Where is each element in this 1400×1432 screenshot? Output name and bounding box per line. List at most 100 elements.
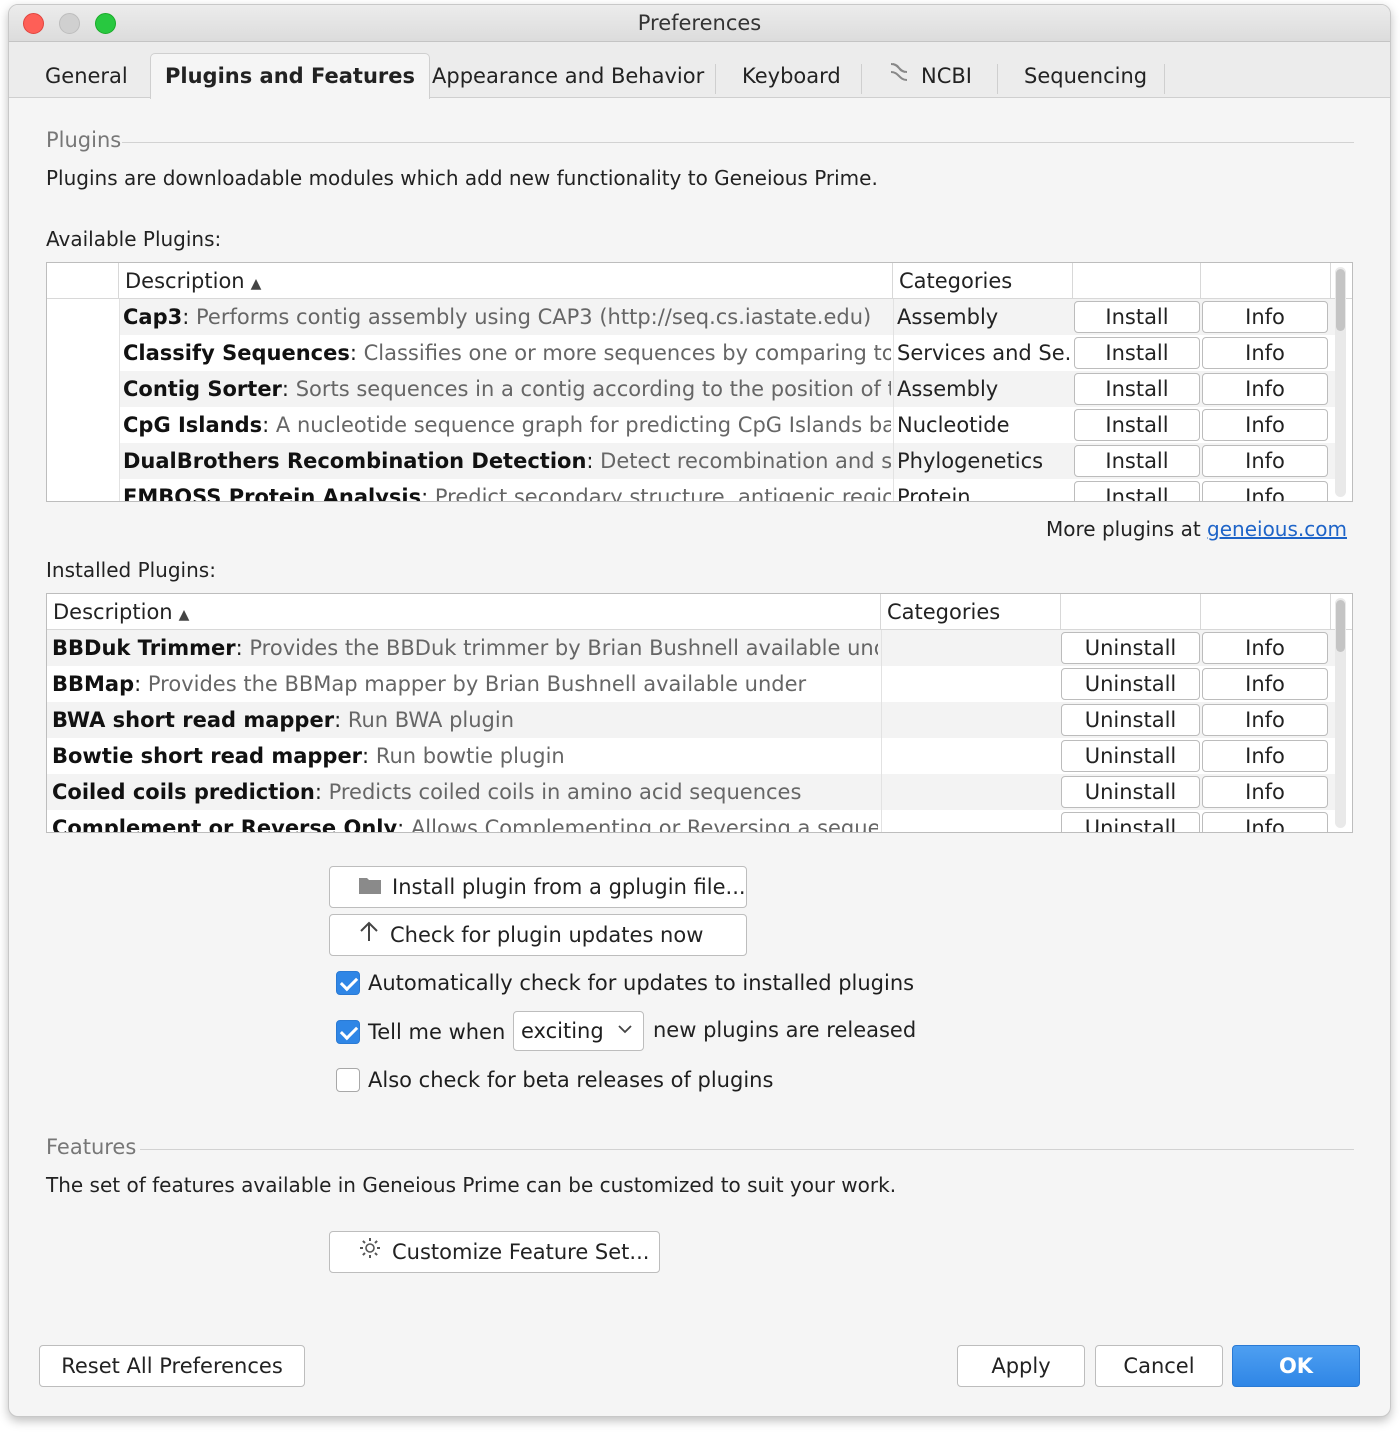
info-button[interactable]: Info xyxy=(1202,632,1328,664)
info-button[interactable]: Info xyxy=(1202,373,1328,405)
plugin-summary: Performs contig assembly using CAP3 (htt… xyxy=(196,305,872,329)
install-button[interactable]: Install xyxy=(1074,481,1200,501)
plugin-summary: Provides the BBMap mapper by Brian Bushn… xyxy=(147,672,807,696)
install-button[interactable]: Install xyxy=(1074,373,1200,405)
column-header-blank xyxy=(47,263,119,299)
plugin-category-cell: Assembly xyxy=(897,305,999,329)
cancel-button[interactable]: Cancel xyxy=(1095,1345,1223,1387)
tab-sequencing[interactable]: Sequencing xyxy=(1024,54,1147,98)
sort-ascending-icon: ▲ xyxy=(178,607,190,623)
geneious-link[interactable]: geneious.com xyxy=(1207,517,1347,541)
table-row[interactable]: Classify Sequences: Classifies one or mo… xyxy=(47,335,1337,371)
tab-appearance-and-behavior[interactable]: Appearance and Behavior xyxy=(432,54,704,98)
reset-all-preferences-button[interactable]: Reset All Preferences xyxy=(39,1345,305,1387)
plugins-section-title: Plugins xyxy=(46,128,122,152)
install-button[interactable]: Install xyxy=(1074,409,1200,441)
table-row[interactable]: Bowtie short read mapper: Run bowtie plu… xyxy=(47,738,1337,774)
plugin-summary: Classifies one or more sequences by comp… xyxy=(363,341,891,365)
installed-table-scrollbar[interactable] xyxy=(1335,598,1346,828)
column-header-description[interactable]: Description ▲ xyxy=(47,594,881,630)
info-button[interactable]: Info xyxy=(1202,740,1328,772)
uninstall-button[interactable]: Uninstall xyxy=(1061,668,1200,700)
window-title: Preferences xyxy=(637,11,762,35)
info-button[interactable]: Info xyxy=(1202,481,1328,501)
scrollbar-thumb[interactable] xyxy=(1336,600,1345,652)
table-row[interactable]: Coiled coils prediction: Predicts coiled… xyxy=(47,774,1337,810)
table-row[interactable]: BBMap: Provides the BBMap mapper by Bria… xyxy=(47,666,1337,702)
table-row[interactable]: BBDuk Trimmer: Provides the BBDuk trimme… xyxy=(47,630,1337,666)
title-bar: Preferences xyxy=(9,5,1390,42)
table-row[interactable]: BWA short read mapper: Run BWA plugin Uni… xyxy=(47,702,1337,738)
info-button[interactable]: Info xyxy=(1202,337,1328,369)
name-separator: : xyxy=(362,744,376,768)
plugin-summary: Allows Complementing or Reversing a sequ… xyxy=(410,816,878,833)
plugin-category-cell: Assembly xyxy=(897,377,999,401)
plugin-category-cell xyxy=(881,738,1059,774)
gear-icon xyxy=(358,1233,382,1273)
install-button[interactable]: Install xyxy=(1074,301,1200,333)
install-button[interactable]: Install xyxy=(1074,445,1200,477)
info-button[interactable]: Info xyxy=(1202,668,1328,700)
scrollbar-thumb[interactable] xyxy=(1336,269,1345,331)
table-row[interactable]: DualBrothers Recombination Detection: De… xyxy=(47,443,1337,479)
ok-button[interactable]: OK xyxy=(1232,1345,1360,1387)
tab-general[interactable]: General xyxy=(45,54,128,98)
auto-check-checkbox[interactable] xyxy=(336,971,360,995)
ncbi-helix-icon xyxy=(887,55,911,99)
table-row[interactable]: Cap3: Performs contig assembly using CAP… xyxy=(47,299,1337,335)
plugin-description-cell: BWA short read mapper: Run BWA plugin xyxy=(52,702,878,738)
customize-feature-set-button[interactable]: Customize Feature Set... xyxy=(329,1231,660,1273)
plugin-category-cell xyxy=(881,702,1059,738)
plugin-description-cell: BBMap: Provides the BBMap mapper by Bria… xyxy=(52,666,878,702)
plugin-summary: Provides the BBDuk trimmer by Brian Bush… xyxy=(249,636,878,660)
section-divider xyxy=(140,1149,1354,1150)
plugin-description-cell: BBDuk Trimmer: Provides the BBDuk trimme… xyxy=(52,630,878,666)
plugin-name: Classify Sequences xyxy=(123,341,350,365)
info-button[interactable]: Info xyxy=(1202,409,1328,441)
uninstall-button[interactable]: Uninstall xyxy=(1061,740,1200,772)
column-header-categories[interactable]: Categories xyxy=(881,594,1061,630)
table-row[interactable]: CpG Islands: A nucleotide sequence graph… xyxy=(47,407,1337,443)
name-separator: : xyxy=(586,449,601,473)
table-row[interactable]: Contig Sorter: Sorts sequences in a cont… xyxy=(47,371,1337,407)
table-row[interactable]: EMBOSS Protein Analysis: Predict seconda… xyxy=(47,479,1337,502)
column-header-description[interactable]: Description ▲ xyxy=(119,263,893,299)
plugin-summary: Predicts coiled coils in amino acid sequ… xyxy=(328,780,802,804)
check-updates-button[interactable]: Check for plugin updates now xyxy=(329,914,747,956)
preferences-window: Preferences General Plugins and Features… xyxy=(8,4,1391,1417)
tell-me-checkbox[interactable] xyxy=(336,1020,360,1044)
install-from-file-button[interactable]: Install plugin from a gplugin file... xyxy=(329,866,747,908)
info-button[interactable]: Info xyxy=(1202,812,1328,832)
release-type-select[interactable]: exciting xyxy=(513,1011,644,1051)
tab-separator xyxy=(715,64,716,94)
tab-separator xyxy=(997,64,998,94)
uninstall-button[interactable]: Uninstall xyxy=(1061,776,1200,808)
uninstall-button[interactable]: Uninstall xyxy=(1061,632,1200,664)
installed-plugins-table: Description ▲ Categories BBDuk Trimmer: P… xyxy=(46,593,1353,833)
beta-checkbox[interactable] xyxy=(336,1068,360,1092)
tab-ncbi[interactable]: NCBI xyxy=(887,54,972,98)
uninstall-button[interactable]: Uninstall xyxy=(1061,704,1200,736)
plugin-name: Bowtie short read mapper xyxy=(52,744,363,768)
section-divider xyxy=(122,142,1354,143)
column-divider xyxy=(119,299,120,501)
plugin-summary: Run BWA plugin xyxy=(347,708,515,732)
info-button[interactable]: Info xyxy=(1202,704,1328,736)
plugin-name: EMBOSS Protein Analysis xyxy=(123,485,422,502)
available-table-scrollbar[interactable] xyxy=(1335,267,1346,497)
info-button[interactable]: Info xyxy=(1202,301,1328,333)
info-button[interactable]: Info xyxy=(1202,445,1328,477)
row-gutter xyxy=(47,299,119,335)
install-button[interactable]: Install xyxy=(1074,337,1200,369)
folder-icon xyxy=(358,868,382,908)
tab-keyboard[interactable]: Keyboard xyxy=(742,54,841,98)
table-row[interactable]: Complement or Reverse Only: Allows Compl… xyxy=(47,810,1337,833)
tab-plugins-and-features[interactable]: Plugins and Features xyxy=(150,53,430,99)
column-header-categories[interactable]: Categories xyxy=(893,263,1073,299)
sort-ascending-icon: ▲ xyxy=(250,276,262,292)
plugin-summary: Predict secondary structure, antigenic r… xyxy=(434,485,891,502)
info-button[interactable]: Info xyxy=(1202,776,1328,808)
uninstall-button[interactable]: Uninstall xyxy=(1061,812,1200,832)
apply-button[interactable]: Apply xyxy=(957,1345,1085,1387)
name-separator: : xyxy=(281,377,296,401)
